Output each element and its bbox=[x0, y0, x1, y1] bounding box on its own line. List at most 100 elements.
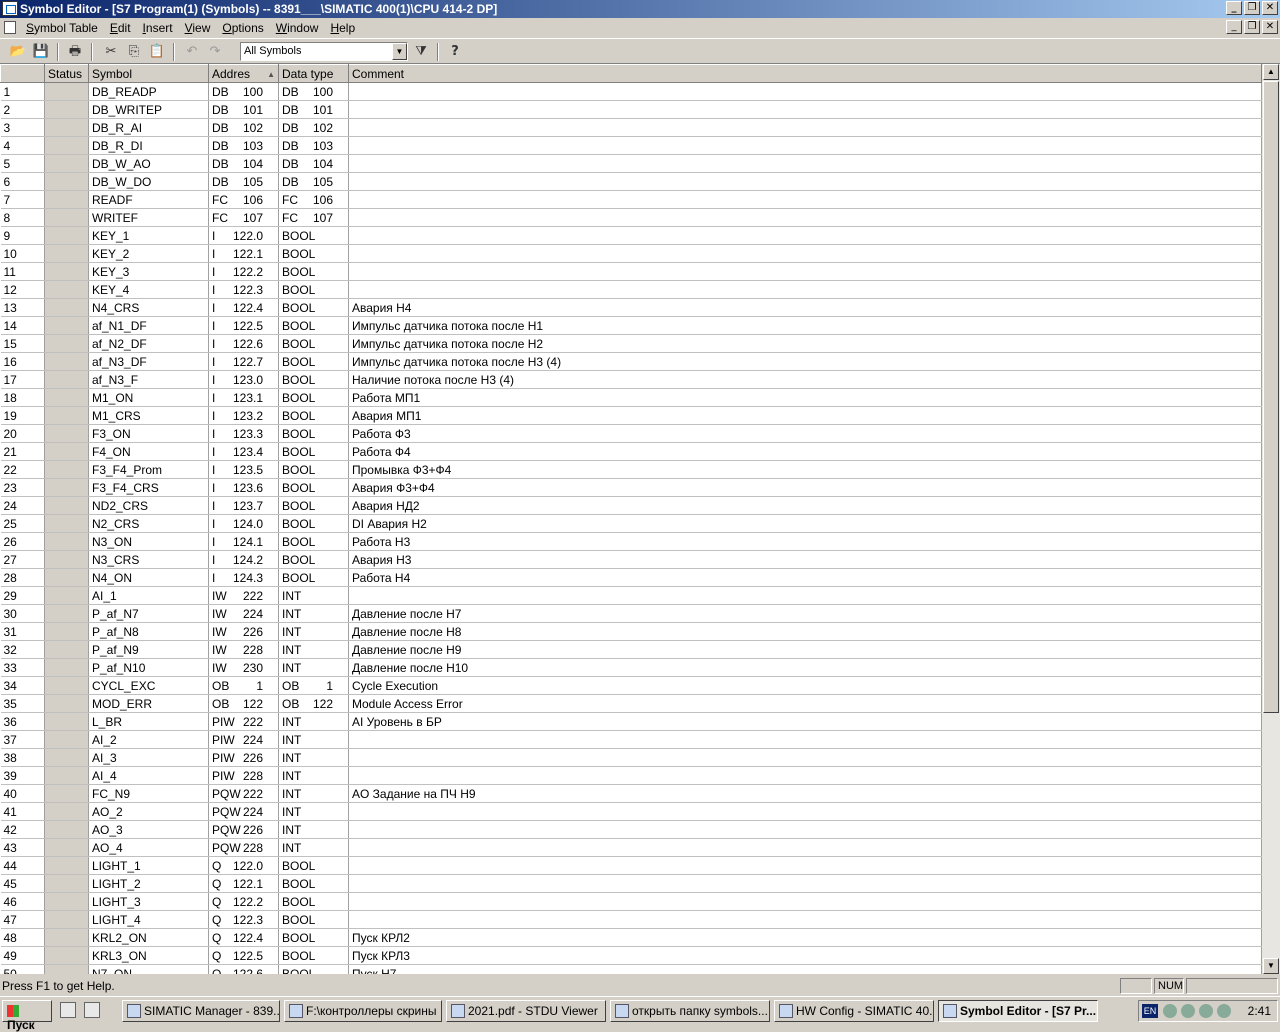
table-row[interactable]: 20 F3_ON I 123.3 BOOL Работа Ф3 bbox=[0, 424, 1262, 443]
comment-cell[interactable]: Авария Н3 bbox=[348, 550, 1262, 569]
status-cell[interactable] bbox=[44, 586, 89, 605]
table-row[interactable]: 45 LIGHT_2 Q 122.1 BOOL bbox=[0, 874, 1262, 893]
comment-cell[interactable]: Работа Ф4 bbox=[348, 442, 1262, 461]
language-indicator[interactable]: EN bbox=[1142, 1004, 1158, 1018]
doc-minimize-button[interactable]: _ bbox=[1226, 20, 1242, 34]
table-row[interactable]: 47 LIGHT_4 Q 122.3 BOOL bbox=[0, 910, 1262, 929]
address-cell[interactable]: IW 222 bbox=[208, 586, 279, 605]
row-number[interactable]: 15 bbox=[0, 334, 45, 353]
row-number[interactable]: 45 bbox=[0, 874, 45, 893]
comment-cell[interactable] bbox=[348, 910, 1262, 929]
address-cell[interactable]: DB 104 bbox=[208, 154, 279, 173]
datatype-cell[interactable]: OB 1 bbox=[278, 676, 349, 695]
symbol-cell[interactable]: F3_ON bbox=[88, 424, 209, 443]
table-row[interactable]: 2 DB_WRITEP DB 101 DB 101 bbox=[0, 100, 1262, 119]
comment-cell[interactable] bbox=[348, 766, 1262, 785]
comment-cell[interactable]: Давление после Н8 bbox=[348, 622, 1262, 641]
datatype-cell[interactable]: INT bbox=[278, 604, 349, 623]
status-cell[interactable] bbox=[44, 658, 89, 677]
datatype-cell[interactable]: BOOL bbox=[278, 856, 349, 875]
menu-options[interactable]: Options bbox=[216, 21, 269, 35]
comment-cell[interactable] bbox=[348, 262, 1262, 281]
row-number[interactable]: 12 bbox=[0, 280, 45, 299]
address-cell[interactable]: I 123.6 bbox=[208, 478, 279, 497]
symbol-cell[interactable]: N2_CRS bbox=[88, 514, 209, 533]
table-row[interactable]: 11 KEY_3 I 122.2 BOOL bbox=[0, 262, 1262, 281]
row-number[interactable]: 33 bbox=[0, 658, 45, 677]
address-cell[interactable]: I 123.7 bbox=[208, 496, 279, 515]
datatype-cell[interactable]: INT bbox=[278, 658, 349, 677]
row-number[interactable]: 20 bbox=[0, 424, 45, 443]
symbol-cell[interactable]: N3_CRS bbox=[88, 550, 209, 569]
table-row[interactable]: 41 AO_2 PQW 224 INT bbox=[0, 802, 1262, 821]
table-row[interactable]: 29 AI_1 IW 222 INT bbox=[0, 586, 1262, 605]
status-cell[interactable] bbox=[44, 514, 89, 533]
comment-column-header[interactable]: Comment bbox=[348, 64, 1262, 83]
table-row[interactable]: 14 af_N1_DF I 122.5 BOOL Импульс датчика пото… bbox=[0, 316, 1262, 335]
table-row[interactable]: 32 P_af_N9 IW 228 INT Давление после Н9 bbox=[0, 640, 1262, 659]
symbol-cell[interactable]: AI_3 bbox=[88, 748, 209, 767]
symbol-cell[interactable]: KEY_2 bbox=[88, 244, 209, 263]
comment-cell[interactable] bbox=[348, 82, 1262, 101]
symbol-cell[interactable]: N4_ON bbox=[88, 568, 209, 587]
comment-cell[interactable]: Работа Н3 bbox=[348, 532, 1262, 551]
symbol-cell[interactable]: F4_ON bbox=[88, 442, 209, 461]
menu-edit[interactable]: Edit bbox=[104, 21, 137, 35]
symbol-cell[interactable]: AO_2 bbox=[88, 802, 209, 821]
symbol-cell[interactable]: L_BR bbox=[88, 712, 209, 731]
status-cell[interactable] bbox=[44, 496, 89, 515]
address-cell[interactable]: I 123.5 bbox=[208, 460, 279, 479]
row-number[interactable]: 46 bbox=[0, 892, 45, 911]
status-cell[interactable] bbox=[44, 172, 89, 191]
status-cell[interactable] bbox=[44, 910, 89, 929]
comment-cell[interactable]: AI Уровень в БР bbox=[348, 712, 1262, 731]
row-number-header[interactable] bbox=[0, 64, 45, 83]
symbol-cell[interactable]: DB_R_AI bbox=[88, 118, 209, 137]
symbol-cell[interactable]: ND2_CRS bbox=[88, 496, 209, 515]
status-cell[interactable] bbox=[44, 838, 89, 857]
comment-cell[interactable] bbox=[348, 892, 1262, 911]
address-cell[interactable]: Q 122.0 bbox=[208, 856, 279, 875]
taskbar-task-button[interactable]: 2021.pdf - STDU Viewer bbox=[446, 1000, 606, 1022]
comment-cell[interactable]: Module Access Error bbox=[348, 694, 1262, 713]
status-cell[interactable] bbox=[44, 100, 89, 119]
close-button[interactable]: ✕ bbox=[1262, 1, 1278, 15]
datatype-cell[interactable]: BOOL bbox=[278, 568, 349, 587]
datatype-cell[interactable]: INT bbox=[278, 820, 349, 839]
symbol-cell[interactable]: F3_F4_Prom bbox=[88, 460, 209, 479]
table-row[interactable]: 1 DB_READP DB 100 DB 100 bbox=[0, 82, 1262, 101]
address-cell[interactable]: IW 224 bbox=[208, 604, 279, 623]
table-row[interactable]: 38 AI_3 PIW 226 INT bbox=[0, 748, 1262, 767]
status-cell[interactable] bbox=[44, 370, 89, 389]
table-row[interactable]: 42 AO_3 PQW 226 INT bbox=[0, 820, 1262, 839]
address-cell[interactable]: FC 106 bbox=[208, 190, 279, 209]
row-number[interactable]: 30 bbox=[0, 604, 45, 623]
symbol-cell[interactable]: KRL3_ON bbox=[88, 946, 209, 965]
status-cell[interactable] bbox=[44, 694, 89, 713]
row-number[interactable]: 21 bbox=[0, 442, 45, 461]
datatype-cell[interactable]: BOOL bbox=[278, 442, 349, 461]
datatype-cell[interactable]: DB 101 bbox=[278, 100, 349, 119]
cut-icon[interactable]: ✂ bbox=[100, 42, 122, 62]
menu-view[interactable]: View bbox=[179, 21, 217, 35]
table-row[interactable]: 4 DB_R_DI DB 103 DB 103 bbox=[0, 136, 1262, 155]
filter-icon[interactable]: ⧩ bbox=[410, 42, 432, 62]
table-row[interactable]: 17 af_N3_F I 123.0 BOOL Наличие потока после … bbox=[0, 370, 1262, 389]
symbol-cell[interactable]: DB_R_DI bbox=[88, 136, 209, 155]
datatype-cell[interactable]: INT bbox=[278, 784, 349, 803]
comment-cell[interactable]: Импульс датчика потока после Н2 bbox=[348, 334, 1262, 353]
symbol-cell[interactable]: N4_CRS bbox=[88, 298, 209, 317]
row-number[interactable]: 36 bbox=[0, 712, 45, 731]
scroll-down-icon[interactable]: ▼ bbox=[1263, 958, 1279, 974]
quicklaunch-save-icon[interactable] bbox=[84, 1002, 100, 1018]
comment-cell[interactable]: Cycle Execution bbox=[348, 676, 1262, 695]
row-number[interactable]: 26 bbox=[0, 532, 45, 551]
row-number[interactable]: 27 bbox=[0, 550, 45, 569]
datatype-column-header[interactable]: Data type bbox=[278, 64, 349, 83]
row-number[interactable]: 48 bbox=[0, 928, 45, 947]
row-number[interactable]: 14 bbox=[0, 316, 45, 335]
status-cell[interactable] bbox=[44, 154, 89, 173]
table-row[interactable]: 8 WRITEF FC 107 FC 107 bbox=[0, 208, 1262, 227]
menu-insert[interactable]: Insert bbox=[137, 21, 179, 35]
symbol-cell[interactable]: DB_READP bbox=[88, 82, 209, 101]
